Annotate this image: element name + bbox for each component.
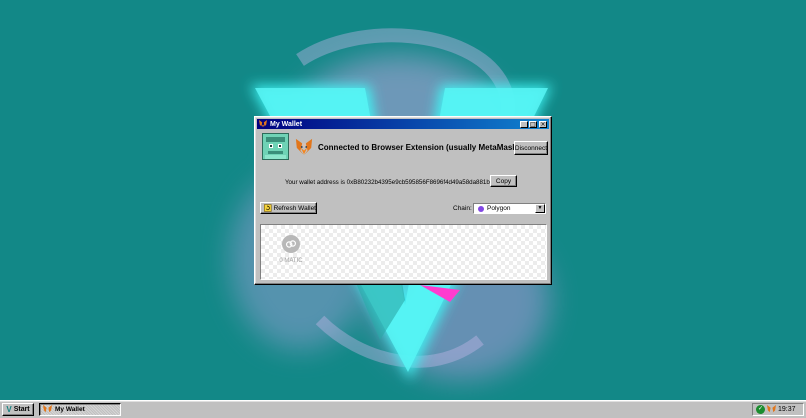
metamask-fox-icon — [43, 405, 52, 414]
disconnect-button[interactable]: Disconnect — [514, 141, 548, 155]
clock: 19:37 — [778, 406, 796, 413]
chevron-down-icon[interactable]: ▼ — [535, 204, 545, 213]
start-label: Start — [13, 406, 30, 413]
polygon-icon — [478, 205, 484, 212]
metamask-fox-icon — [259, 120, 267, 128]
window-titlebar[interactable]: My Wallet _ □ × — [257, 119, 549, 129]
window-title: My Wallet — [270, 120, 303, 128]
refresh-wallet-label: Refresh Wallet — [273, 204, 316, 212]
check-icon[interactable]: ✓ — [756, 405, 765, 414]
metamask-fox-icon — [295, 138, 313, 156]
connection-status: Connected to Browser Extension (usually … — [318, 143, 522, 152]
chain-selected-value: Polygon — [487, 205, 511, 212]
taskbar: V Start My Wallet ✓ 19:37 — [0, 400, 806, 418]
taskbar-item-label: My Wallet — [55, 406, 85, 413]
start-logo-icon: V — [6, 405, 12, 414]
metamask-fox-icon[interactable] — [767, 405, 776, 414]
taskbar-item-my-wallet[interactable]: My Wallet — [39, 403, 121, 416]
refresh-wallet-button[interactable]: Refresh Wallet — [260, 202, 317, 214]
minimize-button[interactable]: _ — [520, 120, 528, 128]
maximize-button[interactable]: □ — [529, 120, 537, 128]
start-button[interactable]: V Start — [2, 403, 34, 416]
copy-button[interactable]: Copy — [490, 175, 517, 187]
refresh-icon — [264, 204, 272, 212]
chain-label: Chain: — [453, 205, 472, 212]
wallet-avatar — [262, 133, 289, 160]
wallet-address: Your wallet address is 0xB80232b4395e9cb… — [285, 179, 490, 186]
token-list: 0 MATIC — [260, 224, 547, 280]
system-tray: ✓ 19:37 — [752, 403, 804, 416]
token-item[interactable]: 0 MATIC — [277, 231, 305, 264]
pixel-avatar-icon — [263, 134, 288, 159]
wallet-window: My Wallet _ □ × Connected to Browser Ext… — [254, 116, 552, 285]
chain-select[interactable]: Polygon ▼ — [473, 203, 546, 214]
connection-row: Connected to Browser Extension (usually … — [260, 133, 548, 163]
matic-icon — [282, 235, 300, 253]
close-button[interactable]: × — [539, 120, 547, 128]
token-balance: 0 MATIC — [279, 258, 303, 264]
